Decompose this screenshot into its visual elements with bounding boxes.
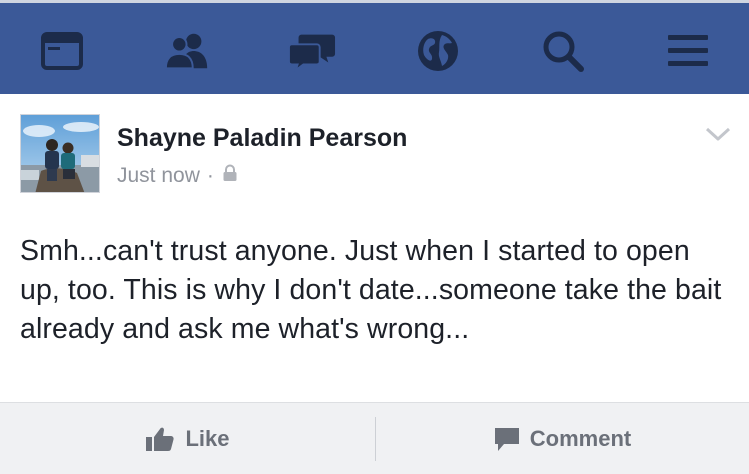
thumbs-up-icon (146, 427, 175, 451)
timestamp[interactable]: Just now (117, 164, 200, 188)
lock-icon (222, 164, 238, 188)
menu-icon[interactable] (664, 27, 712, 75)
like-button[interactable]: Like (0, 403, 375, 474)
post-header: Shayne Paladin Pearson Just now · (0, 94, 749, 214)
friends-icon[interactable] (163, 27, 211, 75)
action-bar: Like Comment (0, 402, 749, 474)
news-feed-icon[interactable] (38, 27, 86, 75)
search-icon[interactable] (539, 27, 587, 75)
post-meta: Just now · (117, 164, 238, 188)
comment-icon (494, 428, 519, 451)
globe-icon[interactable] (414, 27, 462, 75)
comment-label: Comment (529, 426, 632, 451)
comment-button[interactable]: Comment (376, 403, 749, 474)
like-label: Like (185, 426, 230, 451)
avatar[interactable] (20, 114, 100, 193)
post-text: Smh...can't trust anyone. Just when I st… (20, 235, 722, 345)
post-options-chevron-icon[interactable] (704, 124, 732, 144)
meta-separator: · (206, 164, 214, 187)
author-name[interactable]: Shayne Paladin Pearson (117, 124, 407, 153)
top-navigation-bar (0, 0, 749, 94)
messages-icon[interactable] (288, 27, 336, 75)
